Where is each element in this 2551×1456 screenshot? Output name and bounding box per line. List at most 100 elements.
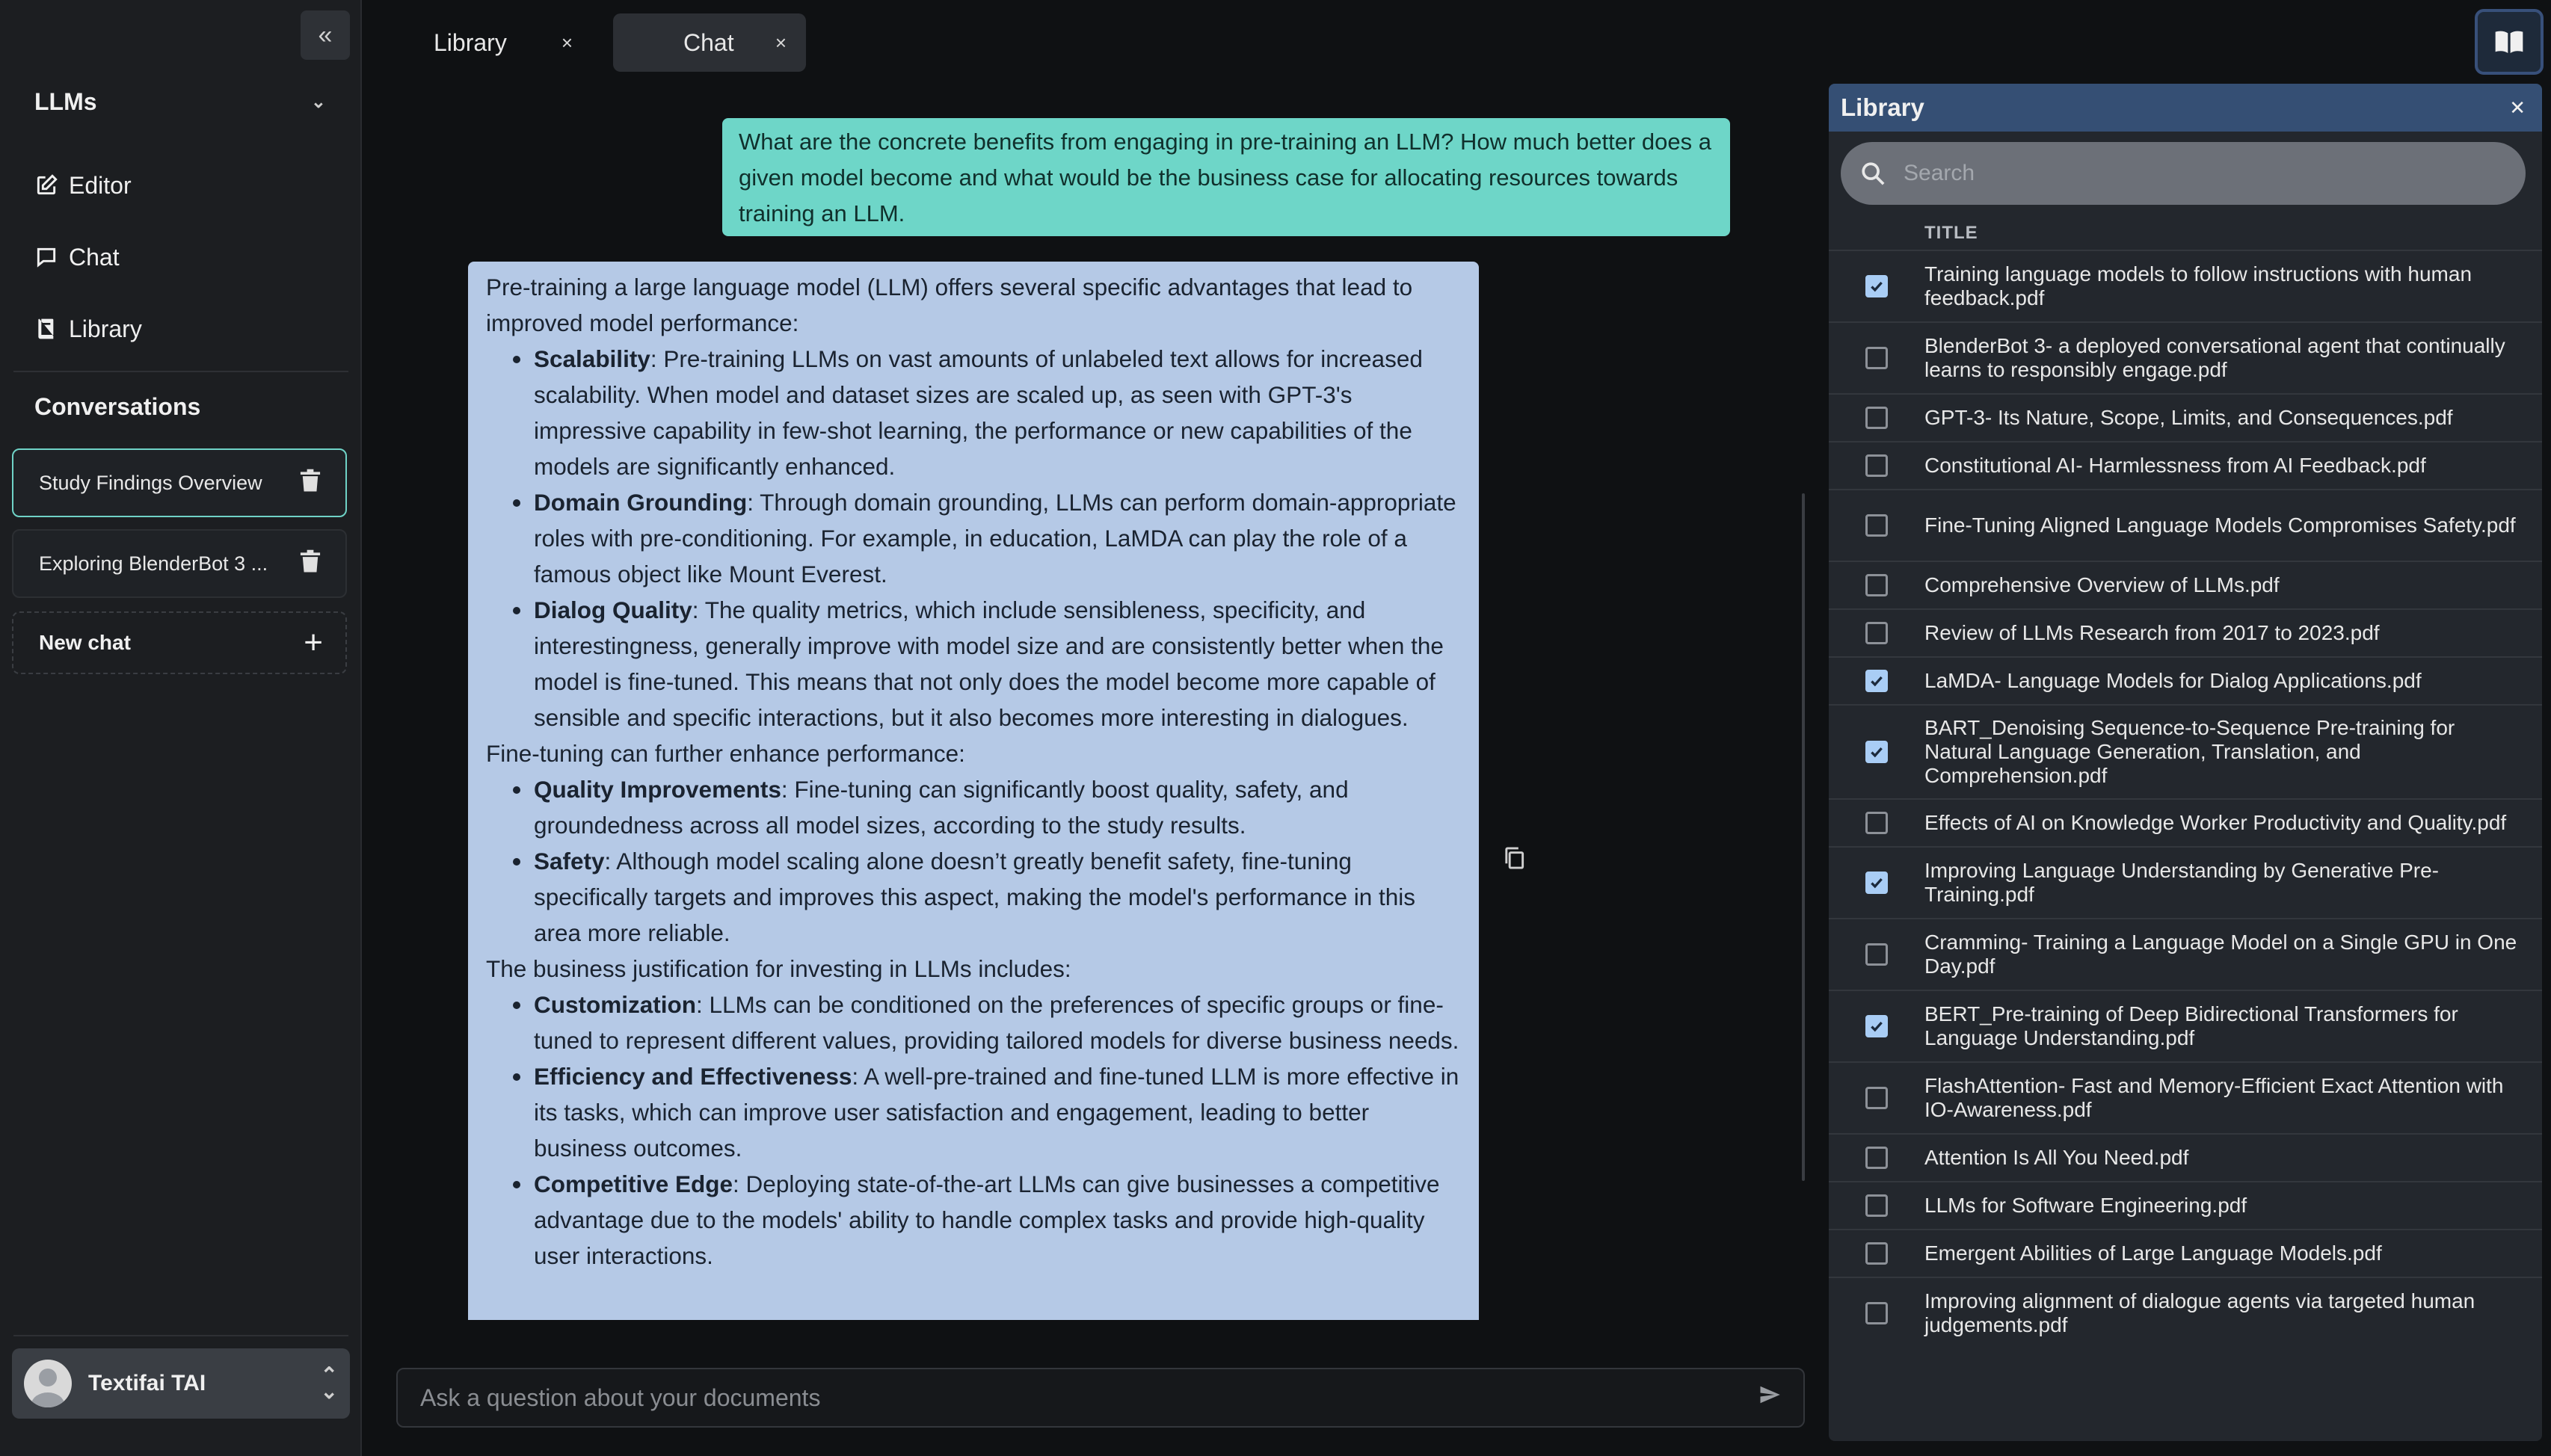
document-row[interactable]: Training language models to follow instr…: [1829, 250, 2542, 321]
document-row[interactable]: Attention Is All You Need.pdf: [1829, 1133, 2542, 1181]
document-title: LLMs for Software Engineering.pdf: [1924, 1194, 2247, 1217]
library-panel: Library ✕ TITLE Training language models…: [1829, 84, 2542, 1441]
question-input[interactable]: [420, 1383, 1758, 1412]
checkbox-unchecked[interactable]: [1865, 812, 1888, 834]
document-row[interactable]: LaMDA- Language Models for Dialog Applic…: [1829, 656, 2542, 704]
toggle-library-button[interactable]: [2475, 9, 2544, 75]
checkbox-cell: [1829, 670, 1924, 692]
checkbox-unchecked[interactable]: [1865, 943, 1888, 966]
checkbox-checked[interactable]: [1865, 872, 1888, 894]
document-row[interactable]: Constitutional AI- Harmlessness from AI …: [1829, 441, 2542, 489]
checkbox-unchecked[interactable]: [1865, 1194, 1888, 1217]
answer-paragraph: Pre-training a large language model (LLM…: [486, 274, 1413, 336]
list-item: Quality Improvements: Fine-tuning can si…: [513, 771, 1461, 843]
close-icon[interactable]: ✕: [2509, 96, 2526, 120]
document-title: Improving alignment of dialogue agents v…: [1924, 1289, 2475, 1336]
checkbox-unchecked[interactable]: [1865, 1242, 1888, 1265]
checkbox-unchecked[interactable]: [1865, 1087, 1888, 1109]
checkbox-cell: [1829, 1147, 1924, 1169]
document-title: LaMDA- Language Models for Dialog Applic…: [1924, 669, 2422, 692]
checkbox-cell: [1829, 1087, 1924, 1109]
conversation-label: Study Findings Overview: [39, 471, 262, 494]
chat-scrollbar[interactable]: [1802, 493, 1805, 1181]
list-item: Scalability: Pre-training LLMs on vast a…: [513, 341, 1461, 484]
document-title: Improving Language Understanding by Gene…: [1924, 859, 2439, 906]
conversation-label: Exploring BlenderBot 3 ...: [39, 552, 268, 575]
document-row[interactable]: Emergent Abilities of Large Language Mod…: [1829, 1229, 2542, 1277]
nav-item-library[interactable]: Library: [34, 308, 142, 350]
chevron-up-down-icon: ⌃ ⌄: [320, 1363, 338, 1403]
nav-item-editor[interactable]: Editor: [34, 164, 132, 206]
copy-icon[interactable]: [1503, 846, 1525, 870]
conversation-item[interactable]: Exploring BlenderBot 3 ...: [12, 529, 347, 598]
chat-bubble-icon: [37, 247, 56, 268]
document-title: BERT_Pre-training of Deep Bidirectional …: [1924, 1002, 2458, 1049]
checkbox-cell: [1829, 741, 1924, 763]
document-row[interactable]: LLMs for Software Engineering.pdf: [1829, 1181, 2542, 1229]
document-row[interactable]: Review of LLMs Research from 2017 to 202…: [1829, 608, 2542, 656]
checkbox-cell: [1829, 812, 1924, 834]
list-item: Customization: LLMs can be conditioned o…: [513, 987, 1461, 1058]
checkbox-cell: [1829, 1302, 1924, 1324]
search-icon: [1862, 162, 1885, 185]
checkbox-checked[interactable]: [1865, 741, 1888, 763]
conversation-item[interactable]: Study Findings Overview: [12, 448, 347, 517]
close-icon[interactable]: ×: [775, 31, 806, 55]
checkbox-unchecked[interactable]: [1865, 574, 1888, 596]
document-row[interactable]: Effects of AI on Knowledge Worker Produc…: [1829, 798, 2542, 846]
document-title: GPT-3- Its Nature, Scope, Limits, and Co…: [1924, 406, 2453, 429]
checkbox-unchecked[interactable]: [1865, 407, 1888, 429]
checkbox-unchecked[interactable]: [1865, 514, 1888, 537]
document-row[interactable]: GPT-3- Its Nature, Scope, Limits, and Co…: [1829, 393, 2542, 441]
document-row[interactable]: Fine-Tuning Aligned Language Models Comp…: [1829, 489, 2542, 561]
trash-icon[interactable]: [299, 549, 321, 579]
checkbox-unchecked[interactable]: [1865, 1147, 1888, 1169]
checkbox-checked[interactable]: [1865, 275, 1888, 297]
user-menu[interactable]: Textifai TAI ⌃ ⌄: [12, 1348, 350, 1419]
checkbox-cell: [1829, 407, 1924, 429]
document-row[interactable]: Comprehensive Overview of LLMs.pdf: [1829, 561, 2542, 608]
plus-icon: +: [304, 624, 323, 661]
document-row[interactable]: Improving Language Understanding by Gene…: [1829, 846, 2542, 918]
checkbox-unchecked[interactable]: [1865, 454, 1888, 477]
document-title: Effects of AI on Knowledge Worker Produc…: [1924, 811, 2507, 834]
checkbox-unchecked[interactable]: [1865, 622, 1888, 644]
close-icon[interactable]: ×: [561, 31, 592, 55]
checkbox-unchecked[interactable]: [1865, 347, 1888, 369]
checkbox-checked[interactable]: [1865, 1015, 1888, 1037]
list-item: Domain Grounding: Through domain groundi…: [513, 484, 1461, 592]
tab-library[interactable]: Library ×: [434, 13, 592, 72]
document-row[interactable]: BlenderBot 3- a deployed conversational …: [1829, 321, 2542, 393]
document-row[interactable]: BART_Denoising Sequence-to-Sequence Pre-…: [1829, 704, 2542, 798]
edit-icon: [37, 174, 58, 195]
nav-item-chat[interactable]: Chat: [34, 236, 120, 278]
column-header-title[interactable]: TITLE: [1924, 223, 1978, 244]
document-title: Review of LLMs Research from 2017 to 202…: [1924, 621, 2380, 644]
document-row[interactable]: FlashAttention- Fast and Memory-Efficien…: [1829, 1061, 2542, 1133]
list-item: Safety: Although model scaling alone doe…: [513, 843, 1461, 951]
document-row[interactable]: BERT_Pre-training of Deep Bidirectional …: [1829, 990, 2542, 1061]
workspace-selector[interactable]: LLMs ⌄: [34, 82, 326, 121]
user-name: Textifai TAI: [88, 1371, 206, 1395]
tab-chat[interactable]: Chat ×: [613, 13, 806, 72]
trash-icon[interactable]: [299, 469, 321, 498]
sidebar-divider: [13, 371, 348, 372]
checkbox-cell: [1829, 1015, 1924, 1037]
document-title: Cramming- Training a Language Model on a…: [1924, 931, 2517, 978]
double-chevron-left-icon: «: [318, 20, 333, 49]
chevron-down-icon: ⌄: [310, 91, 326, 112]
new-chat-button[interactable]: New chat +: [12, 611, 347, 674]
document-title: FlashAttention- Fast and Memory-Efficien…: [1924, 1074, 2504, 1121]
document-list: Training language models to follow instr…: [1829, 250, 2542, 1348]
open-book-icon: [2495, 31, 2523, 53]
document-title: Fine-Tuning Aligned Language Models Comp…: [1924, 513, 2516, 537]
checkbox-checked[interactable]: [1865, 670, 1888, 692]
library-panel-title: Library: [1841, 93, 1924, 121]
document-row[interactable]: Cramming- Training a Language Model on a…: [1829, 918, 2542, 990]
document-row[interactable]: Improving alignment of dialogue agents v…: [1829, 1277, 2542, 1348]
library-search-input[interactable]: [1904, 161, 2506, 186]
checkbox-unchecked[interactable]: [1865, 1302, 1888, 1324]
send-icon[interactable]: [1758, 1383, 1781, 1412]
collapse-sidebar-button[interactable]: «: [301, 10, 350, 60]
workspace-name: LLMs: [34, 87, 97, 115]
